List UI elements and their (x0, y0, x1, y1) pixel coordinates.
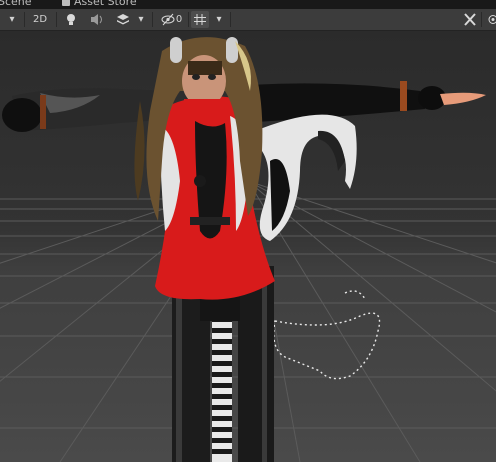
scene-tools-button[interactable] (461, 11, 479, 28)
tab-scene-label: Scene (0, 0, 32, 8)
toolbar-divider (230, 12, 231, 27)
toolbar-divider (56, 12, 57, 27)
tab-asset-store-label: Asset Store (74, 0, 137, 8)
scene-viewport[interactable] (0, 31, 496, 462)
toolbar-divider (24, 12, 25, 27)
editor-tab-bar: Scene Asset Store (0, 0, 496, 9)
asset-store-icon (62, 0, 70, 6)
audio-speaker-icon (91, 14, 102, 25)
toolbar-divider (188, 12, 189, 27)
grid-toggle-button[interactable] (191, 11, 209, 28)
visibility-eye-icon (161, 13, 175, 26)
scene-toolbar: ▾ 2D ▾ 0 ▾ (0, 9, 496, 31)
dropdown-arrow-icon: ▾ (138, 14, 144, 25)
hidden-objects-count: 0 (175, 14, 183, 25)
toolbar-divider (152, 12, 153, 27)
grid-settings-dropdown[interactable]: ▾ (212, 11, 226, 28)
selection-outline (273, 312, 381, 380)
scene-audio-button[interactable] (88, 11, 106, 28)
shading-mode-dropdown[interactable]: ▾ (4, 11, 20, 28)
toolbar-divider (481, 12, 482, 27)
light-bulb-icon (67, 14, 75, 25)
avatar-model (2, 37, 486, 462)
dropdown-arrow-icon: ▾ (216, 14, 222, 25)
toggle-2d-button[interactable]: 2D (29, 11, 51, 28)
effects-dropdown[interactable]: ▾ (134, 11, 148, 28)
scene-effects-button[interactable] (114, 11, 132, 28)
dropdown-arrow-icon: ▾ (9, 14, 15, 25)
tab-asset-store[interactable]: Asset Store (62, 0, 137, 9)
gizmos-dropdown[interactable] (484, 11, 496, 28)
effects-layers-icon (117, 14, 129, 25)
tools-icon (464, 13, 476, 26)
grid-icon (194, 14, 206, 25)
hidden-objects-toggle[interactable]: 0 (156, 11, 186, 28)
tab-scene[interactable]: Scene (0, 0, 32, 9)
scene-lighting-button[interactable] (62, 11, 80, 28)
gizmos-icon (488, 15, 496, 24)
toggle-2d-label: 2D (32, 14, 48, 25)
scene-render (0, 37, 496, 462)
